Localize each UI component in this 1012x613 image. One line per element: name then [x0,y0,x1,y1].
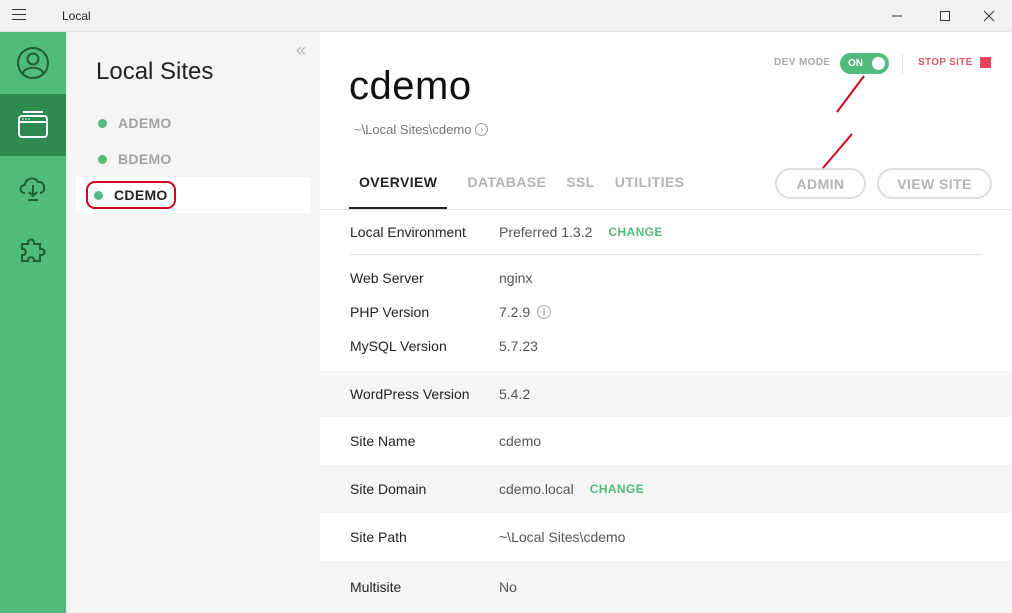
view-site-button[interactable]: VIEW SITE [877,168,992,199]
sites-icon [18,111,48,138]
local-environment-value: Preferred 1.3.2 [499,224,593,240]
minimize-icon [892,15,902,17]
site-domain-value: cdemo.local [499,481,574,497]
site-detail-panel: cdemo ~\Local Sites\cdemo › DEV MODE ON … [320,32,1012,613]
site-path-link[interactable]: ~\Local Sites\cdemo › [354,122,489,137]
row-label: PHP Version [350,304,430,320]
info-icon[interactable]: i [537,305,552,319]
collapse-sidebar-icon[interactable]: « [296,40,306,61]
status-dot-icon [98,154,107,164]
row-value: cdemo [499,433,542,449]
maximize-button[interactable] [922,0,968,32]
row-label: Local Environment [350,224,466,240]
row-label: Site Path [350,529,407,545]
stop-site-button[interactable]: STOP SITE [918,57,973,68]
close-button[interactable] [966,0,1012,32]
status-dot-icon [94,190,103,200]
toggle-knob [872,57,885,70]
sites-heading: Local Sites [96,58,214,85]
admin-button[interactable]: ADMIN [775,168,866,199]
close-icon [983,10,995,22]
row-value: 7.2.9 i [499,304,552,320]
sites-panel: « Local Sites ADEMO BDEMO CDEMO [66,32,320,613]
php-version-value: 7.2.9 [499,304,531,320]
row-value: Preferred 1.3.2 CHANGE [499,224,663,240]
puzzle-icon [21,238,46,262]
rail-addons[interactable] [0,218,66,280]
status-dot-icon [98,118,107,128]
tab-database[interactable]: DATABASE [467,164,546,210]
title-bar: Local [0,0,1012,32]
row-label: Multisite [350,579,402,595]
icon-rail [0,32,66,613]
rail-account[interactable] [0,32,66,94]
row-label: Site Name [350,433,416,449]
row-site-path: Site Path ~\Local Sites\cdemo [320,513,1012,561]
hamburger-menu-icon[interactable] [12,9,26,23]
tab-overview[interactable]: OVERVIEW [349,164,448,210]
row-php-version: PHP Version 7.2.9 i [320,295,1012,329]
user-icon [17,47,49,79]
divider [350,254,982,255]
tab-bar: OVERVIEW DATABASE SSL UTILITIES [349,164,704,210]
row-wordpress-version: WordPress Version 5.4.2 [320,371,1012,417]
site-item-label: BDEMO [118,151,172,167]
cloud-icon [19,177,46,201]
row-label: Web Server [350,270,424,286]
row-local-environment: Local Environment Preferred 1.3.2 CHANGE [320,210,1012,254]
page-title: cdemo [349,64,472,108]
site-path-text: ~\Local Sites\cdemo [354,122,472,137]
minimize-button[interactable] [874,0,920,32]
row-label: MySQL Version [350,338,447,354]
row-value: ~\Local Sites\cdemo [499,529,626,545]
tab-utilities[interactable]: UTILITIES [615,164,685,210]
divider [902,54,903,74]
site-item-label: CDEMO [114,187,168,203]
row-value: nginx [499,270,533,286]
stop-icon[interactable] [980,57,991,68]
dev-mode-label: DEV MODE [774,57,831,68]
dev-mode-state: ON [848,58,863,69]
dev-mode-toggle[interactable]: ON [840,53,889,74]
change-domain-button[interactable]: CHANGE [590,482,644,496]
site-item-ademo[interactable]: ADEMO [76,105,310,141]
rail-cloud[interactable] [0,156,66,218]
row-value: cdemo.local CHANGE [499,481,644,497]
row-multisite: Multisite No [320,561,1012,613]
window-title: Local [62,9,91,23]
row-value: 5.4.2 [499,386,531,402]
row-value: No [499,579,517,595]
row-site-name: Site Name cdemo [320,417,1012,465]
maximize-icon [940,11,950,21]
row-site-domain: Site Domain cdemo.local CHANGE [320,465,1012,513]
row-value: 5.7.23 [499,338,538,354]
reveal-folder-icon[interactable]: › [475,123,489,136]
row-web-server: Web Server nginx [320,261,1012,295]
site-item-label: ADEMO [118,115,172,131]
change-environment-button[interactable]: CHANGE [608,225,662,239]
highlight-annotation: CDEMO [86,181,176,209]
row-label: WordPress Version [350,386,470,402]
site-item-bdemo[interactable]: BDEMO [76,141,310,177]
site-item-cdemo[interactable]: CDEMO [76,177,310,213]
row-mysql-version: MySQL Version 5.7.23 [320,329,1012,363]
tab-ssl[interactable]: SSL [566,164,594,210]
row-label: Site Domain [350,481,427,497]
rail-sites[interactable] [0,94,66,156]
